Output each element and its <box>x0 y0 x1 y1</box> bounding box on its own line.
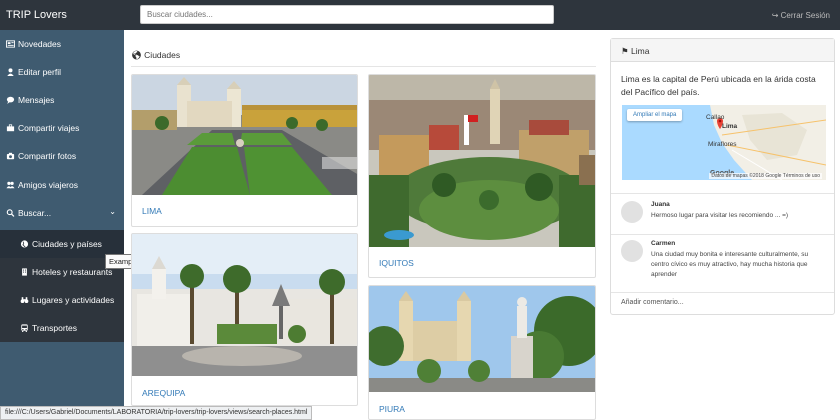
sidebar-item-label: Mensajes <box>18 95 55 105</box>
section-divider <box>131 66 596 67</box>
city-card-lima[interactable]: LIMA <box>131 74 358 227</box>
map-attribution[interactable]: Datos de mapas ©2018 Google Términos de … <box>709 173 822 179</box>
enlarge-map-button[interactable]: Ampliar el mapa <box>627 109 683 121</box>
bus-icon <box>21 324 28 332</box>
submenu-item-label: Transportes <box>32 323 78 333</box>
avatar <box>621 240 643 262</box>
logout-label: Cerrar Sesión <box>780 11 830 20</box>
sidebar-item-label: Novedades <box>18 39 62 49</box>
binoculars-icon <box>20 297 29 304</box>
submenu-item-label: Lugares y actividades <box>32 295 115 305</box>
submenu-item-label: Hoteles y restaurants <box>32 267 113 277</box>
browser-status-bar: file:///C:/Users/Gabriel/Documents/LABOR… <box>0 406 313 420</box>
city-photo-arequipa[interactable] <box>132 234 357 376</box>
briefcase-icon <box>6 124 15 132</box>
camera-icon <box>6 152 15 160</box>
sidebar-item-compartir-viajes[interactable]: Compartir viajes <box>0 114 124 142</box>
newspaper-icon <box>6 40 15 48</box>
sidebar-item-editar-perfil[interactable]: Editar perfil <box>0 58 124 86</box>
city-photo-piura[interactable] <box>369 286 595 392</box>
city-card-iquitos[interactable]: IQUITOS <box>368 74 596 278</box>
sidebar: Novedades Editar perfil Mensajes Compart… <box>0 30 124 420</box>
avatar <box>621 201 643 223</box>
city-map[interactable]: Ampliar el mapa Callao Lima Miraflores G… <box>622 105 826 180</box>
sidebar-item-amigos-viajeros[interactable]: Amigos viajeros <box>0 171 124 199</box>
globe-icon: 🌎︎ <box>131 50 142 60</box>
divider <box>611 193 834 194</box>
submenu-item-lugares[interactable]: Lugares y actividades <box>0 286 124 314</box>
building-icon <box>22 268 27 276</box>
city-photo-lima[interactable] <box>132 75 357 195</box>
city-name-arequipa[interactable]: AREQUIPA <box>142 388 185 398</box>
comment-text: Hermoso lugar para visitar les recomiend… <box>651 212 789 219</box>
chevron-down-icon: ⌄ <box>109 207 116 216</box>
submenu-item-label: Ciudades y países <box>32 239 102 249</box>
sidebar-item-novedades[interactable]: Novedades <box>0 30 124 58</box>
divider <box>611 234 834 235</box>
flag-icon: ⚑ <box>621 46 629 56</box>
section-title: 🌎︎ Ciudades <box>131 50 180 61</box>
sidebar-item-label: Buscar... <box>18 208 52 218</box>
city-search-input[interactable] <box>140 5 554 24</box>
city-description: Lima es la capital de Perú ubicada en la… <box>621 74 816 97</box>
city-name-piura[interactable]: PIURA <box>379 404 405 414</box>
section-title-label: Ciudades <box>144 50 181 60</box>
sidebar-item-mensajes[interactable]: Mensajes <box>0 86 124 114</box>
comment-author: Carmen <box>651 240 676 247</box>
city-card-piura[interactable]: PIURA <box>368 285 596 420</box>
sign-out-icon: ↪ <box>771 11 779 20</box>
city-photo-iquitos[interactable] <box>369 75 595 247</box>
city-card-arequipa[interactable]: AREQUIPA <box>131 233 358 406</box>
search-icon <box>6 209 15 217</box>
city-name-lima[interactable]: LIMA <box>142 206 162 216</box>
chat-icon <box>6 96 15 104</box>
comment-author: Juana <box>651 201 670 208</box>
brand-logo[interactable]: TRIP Lovers <box>6 9 67 21</box>
search-submenu: Ciudades y países Hoteles y restaurants … <box>0 230 124 342</box>
panel-title: Lima <box>631 46 650 56</box>
user-icon <box>7 68 14 76</box>
logout-link[interactable]: ↪ Cerrar Sesión <box>772 11 830 20</box>
top-navbar: TRIP Lovers ↪ Cerrar Sesión <box>0 0 840 30</box>
map-label-callao: Callao <box>706 114 725 121</box>
users-icon <box>6 181 15 189</box>
map-label-lima: Lima <box>722 123 738 130</box>
comment-text: Una ciudad muy bonita e interesante cult… <box>651 251 809 278</box>
divider <box>611 292 834 293</box>
sidebar-item-label: Amigos viajeros <box>18 180 78 190</box>
city-detail-panel: ⚑ Lima Lima es la capital de Perú ubicad… <box>610 38 835 315</box>
sidebar-item-label: Editar perfil <box>18 67 61 77</box>
submenu-item-transportes[interactable]: Transportes <box>0 314 124 342</box>
city-name-iquitos[interactable]: IQUITOS <box>379 258 414 268</box>
sidebar-item-label: Compartir fotos <box>18 151 77 161</box>
sidebar-item-compartir-fotos[interactable]: Compartir fotos <box>0 142 124 170</box>
map-label-miraflores: Miraflores <box>708 141 737 148</box>
panel-header: ⚑ Lima <box>611 39 834 62</box>
sidebar-item-label: Compartir viajes <box>18 123 80 133</box>
globe-icon <box>20 240 29 248</box>
add-comment-input[interactable]: Añadir comentario... <box>621 299 684 306</box>
sidebar-item-buscar[interactable]: Buscar... ⌄ <box>0 199 124 227</box>
